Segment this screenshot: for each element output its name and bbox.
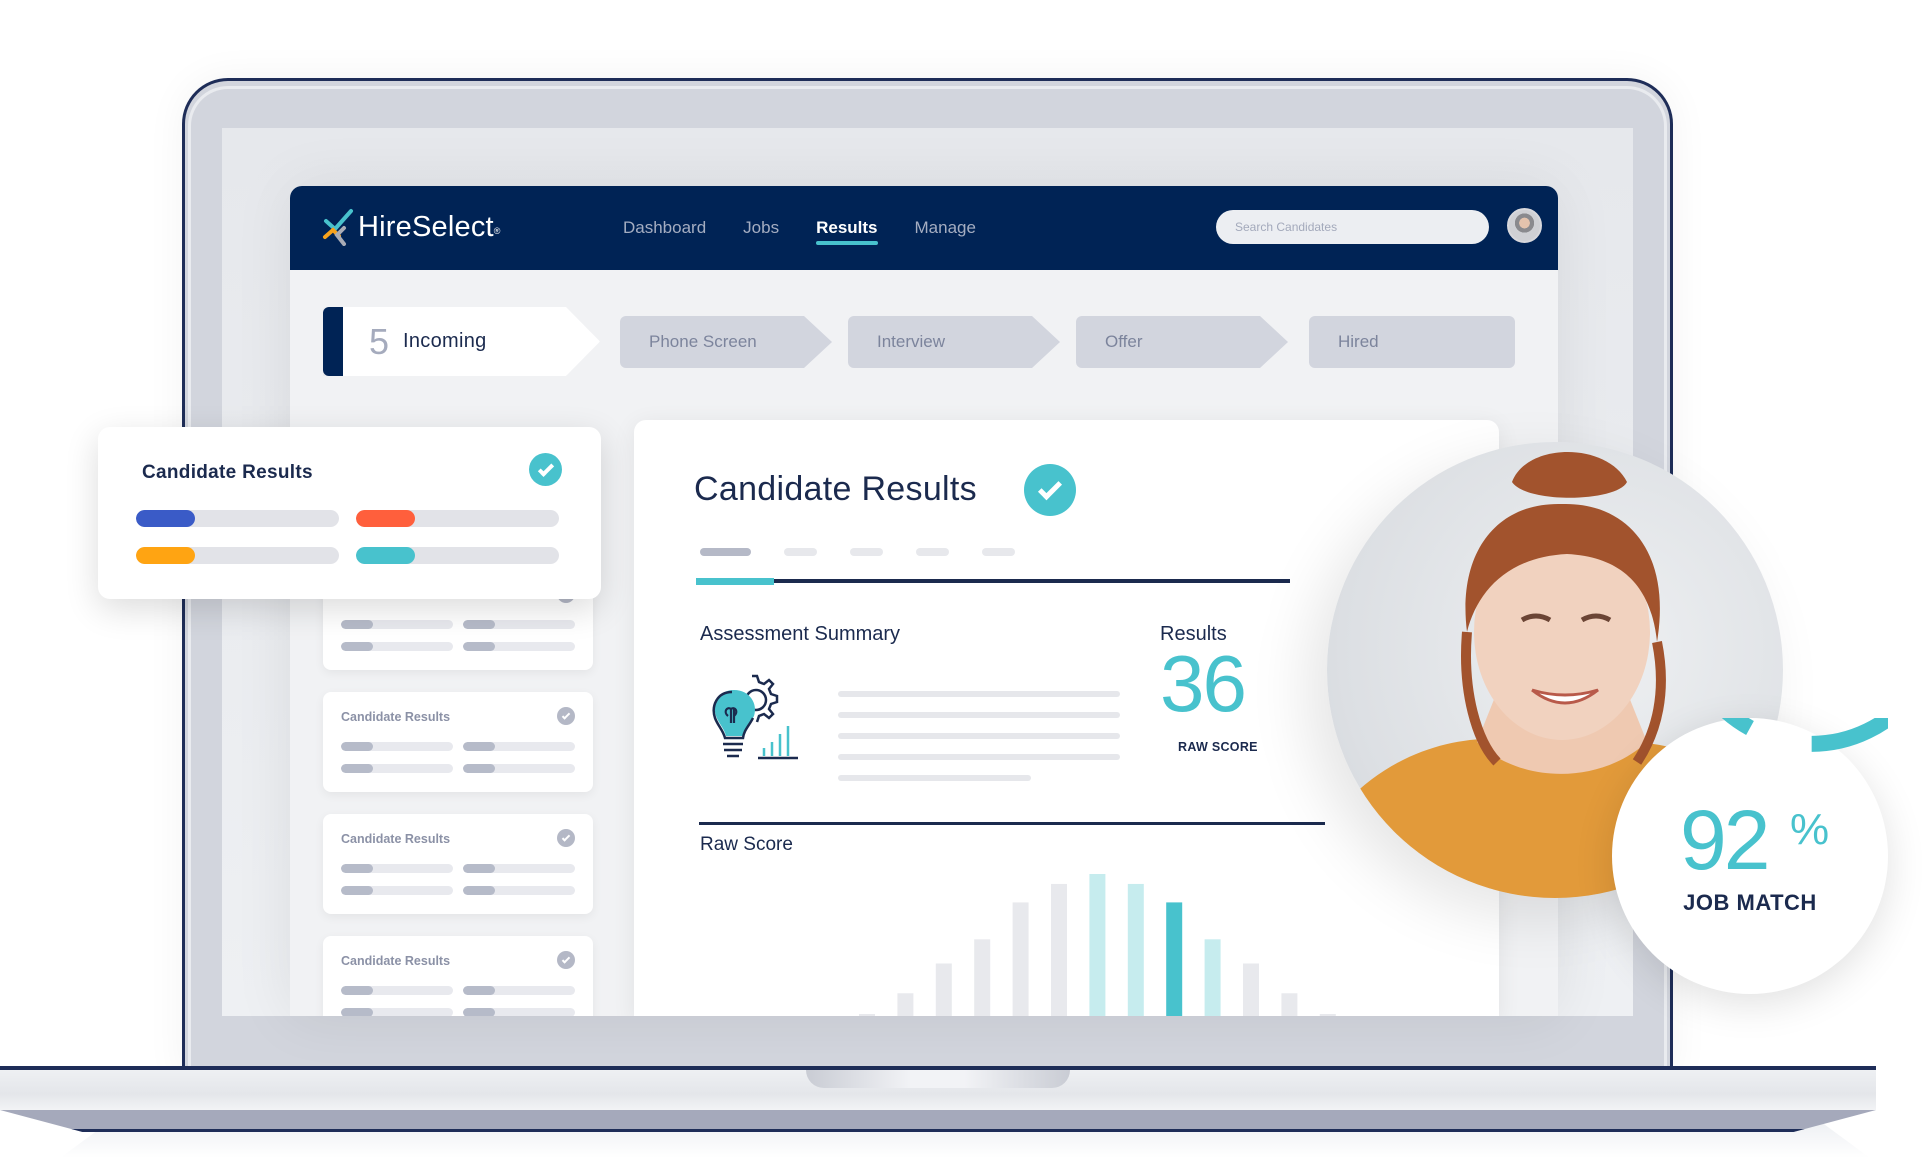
app-header: HireSelect ® Dashboard Jobs Results Mana… xyxy=(290,186,1558,270)
summary-text-line xyxy=(838,691,1120,697)
pipeline-step-phone-screen[interactable]: Phone Screen xyxy=(620,316,832,368)
candidate-score-bar xyxy=(463,642,575,651)
lightbulb-gear-chart-icon xyxy=(712,674,798,760)
candidate-results-card[interactable]: Candidate Results xyxy=(98,427,601,599)
pipeline-step-offer[interactable]: Offer xyxy=(1076,316,1288,368)
score-bar-red xyxy=(356,510,559,527)
main-nav: Dashboard Jobs Results Manage xyxy=(623,186,976,270)
candidate-score-bar xyxy=(341,764,453,773)
candidate-score-bar xyxy=(463,864,575,873)
step-label: Incoming xyxy=(403,330,487,352)
chart-bar-11 xyxy=(1243,963,1259,1016)
chart-bar-7 xyxy=(1089,874,1106,1016)
chart-bar-3 xyxy=(935,963,952,1016)
summary-text-line xyxy=(838,712,1120,718)
chart-bar-12 xyxy=(1281,993,1298,1016)
step-label: Hired xyxy=(1338,332,1379,351)
result-tabs xyxy=(700,548,1015,556)
candidate-score-bar xyxy=(341,864,453,873)
card-title: Candidate Results xyxy=(142,462,313,483)
candidate-score-bar xyxy=(341,1008,453,1016)
job-match-badge: 92 % JOB MATCH xyxy=(1612,718,1888,994)
candidate-score-bar xyxy=(341,986,453,995)
job-match-arc xyxy=(1721,718,1888,752)
check-circle-icon xyxy=(1024,464,1076,516)
step-label: Offer xyxy=(1105,332,1143,351)
candidate-list-item[interactable]: Candidate Results xyxy=(323,936,593,1016)
tab-3[interactable] xyxy=(850,548,883,556)
check-circle-icon xyxy=(557,829,575,847)
search-candidates-input[interactable] xyxy=(1216,210,1489,244)
candidate-score-bar xyxy=(463,620,575,629)
check-circle-icon xyxy=(529,453,562,486)
step-count: 5 xyxy=(369,320,390,362)
step-label: Phone Screen xyxy=(649,332,757,351)
check-circle-icon xyxy=(557,951,575,969)
score-bar-orange xyxy=(136,547,339,564)
check-circle-icon xyxy=(557,707,575,725)
summary-text-line xyxy=(838,775,1031,781)
logo[interactable]: HireSelect ® xyxy=(322,208,500,246)
chart-bar-1 xyxy=(859,1014,875,1016)
tab-underline xyxy=(696,579,1290,583)
assessment-summary-title: Assessment Summary xyxy=(700,623,901,645)
brand-name: HireSelect xyxy=(358,210,494,243)
raw-score-value: 36 xyxy=(1160,639,1247,728)
tab-2[interactable] xyxy=(784,548,817,556)
tab-active-indicator xyxy=(696,578,774,585)
tab-5[interactable] xyxy=(982,548,1015,556)
candidate-list-item-title: Candidate Results xyxy=(341,954,451,968)
job-match-label: JOB MATCH xyxy=(1683,890,1817,915)
pipeline-step-hired[interactable]: Hired xyxy=(1309,316,1515,368)
raw-score-chart xyxy=(859,874,1336,1016)
pipeline-step-interview[interactable]: Interview xyxy=(848,316,1060,368)
hireselect-logo-icon xyxy=(323,209,353,246)
candidate-list-item-title: Candidate Results xyxy=(341,832,451,846)
brand-registered-mark: ® xyxy=(493,226,501,236)
chart-title: Raw Score xyxy=(700,834,793,855)
step-label: Interview xyxy=(877,332,946,351)
chart-bar-9 xyxy=(1166,902,1183,1016)
chart-bar-5 xyxy=(1012,902,1029,1016)
tab-4[interactable] xyxy=(916,548,949,556)
score-bar-blue xyxy=(136,510,339,527)
candidate-score-bar xyxy=(463,742,575,751)
candidate-score-bar xyxy=(341,642,453,651)
summary-text-line xyxy=(838,754,1120,760)
user-avatar[interactable] xyxy=(1507,208,1542,243)
nav-jobs[interactable]: Jobs xyxy=(743,186,779,270)
tab-1[interactable] xyxy=(700,548,751,556)
section-divider xyxy=(699,822,1325,825)
job-match-value: 92 xyxy=(1680,793,1770,887)
candidate-list-item-title: Candidate Results xyxy=(341,710,451,724)
nav-dashboard[interactable]: Dashboard xyxy=(623,186,706,270)
candidate-score-bar xyxy=(341,886,453,895)
laptop-notch xyxy=(806,1070,1070,1088)
score-bar-teal xyxy=(356,547,559,564)
chart-bar-2 xyxy=(897,993,914,1016)
laptop-base-front xyxy=(0,1110,1876,1132)
raw-score-label: RAW SCORE xyxy=(1178,740,1258,754)
chart-bar-6 xyxy=(1051,883,1067,1016)
chart-bar-10 xyxy=(1204,939,1221,1016)
nav-manage[interactable]: Manage xyxy=(915,186,976,270)
candidate-score-bar xyxy=(463,764,575,773)
chart-bar-8 xyxy=(1127,883,1144,1016)
candidate-list-item[interactable]: Candidate Results xyxy=(323,814,593,914)
candidate-score-bar xyxy=(463,886,575,895)
summary-text-line xyxy=(838,733,1120,739)
pipeline-step-incoming[interactable]: 5 Incoming xyxy=(323,307,600,376)
candidate-score-bar xyxy=(341,620,453,629)
candidate-score-bar xyxy=(463,1008,575,1016)
job-match-unit: % xyxy=(1790,805,1830,854)
panel-title: Candidate Results xyxy=(694,470,977,508)
chart-bar-4 xyxy=(974,939,991,1016)
candidate-score-bar xyxy=(341,742,453,751)
candidate-list-item[interactable]: Candidate Results xyxy=(323,692,593,792)
candidate-score-bar xyxy=(463,986,575,995)
chart-bar-13 xyxy=(1319,1014,1336,1016)
nav-results[interactable]: Results xyxy=(816,186,878,270)
